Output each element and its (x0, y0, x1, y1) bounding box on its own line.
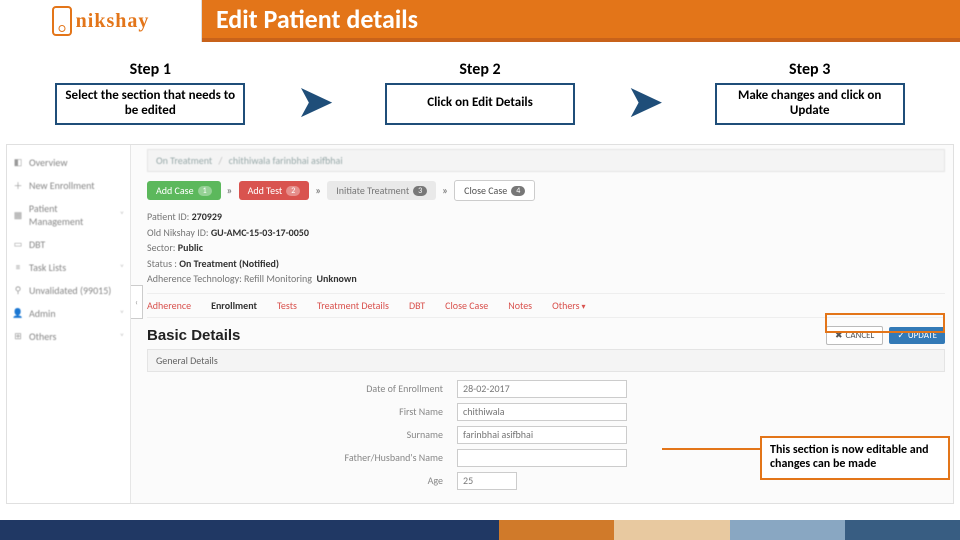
date-of-enrollment-field[interactable]: 28-02-2017 (457, 380, 627, 398)
cancel-button[interactable]: ✖CANCEL (826, 326, 883, 345)
add-test-button[interactable]: Add Test2 (239, 181, 310, 200)
breadcrumb-a[interactable]: On Treatment (156, 154, 212, 167)
form-label: Age (147, 474, 457, 487)
card-icon: ▭ (13, 240, 23, 250)
add-case-button[interactable]: Add Case1 (147, 181, 221, 200)
sidebar-item-label: Unvalidated (99015) (29, 284, 111, 297)
chevron-down-icon: ˅ (120, 309, 124, 319)
tab-notes[interactable]: Notes (508, 299, 532, 312)
chevron-down-icon: ▾ (582, 302, 586, 312)
step1-box: Select the section that needs to be edit… (55, 83, 245, 125)
sidebar-item-admin[interactable]: 👤 Admin ˅ (7, 302, 130, 325)
section-tabs: Adherence Enrollment Tests Treatment Det… (147, 293, 945, 318)
sidebar-item-label: Admin (29, 307, 56, 320)
sidebar-item-overview[interactable]: ◧ Overview (7, 151, 130, 174)
breadcrumb-b: chithiwala farinbhai asifbhai (229, 154, 343, 167)
editable-callout: This section is now editable and changes… (760, 436, 950, 480)
close-case-button[interactable]: Close Case4 (454, 180, 535, 201)
page-title: Edit Patient details (202, 0, 960, 42)
step3-box: Make changes and click on Update (715, 83, 905, 125)
brand-logo: nikshay (0, 0, 202, 42)
step2-box: Click on Edit Details (385, 83, 575, 125)
tab-others[interactable]: Others▾ (552, 299, 585, 312)
sidebar-item-label: Patient Management (29, 202, 114, 228)
chevron-right-icon: » (315, 184, 321, 197)
step2-title: Step 2 (459, 60, 500, 79)
collapse-sidebar-button[interactable]: ‹ (131, 285, 143, 319)
breadcrumb-sep: / (219, 154, 223, 167)
chevron-down-icon: ˅ (120, 210, 124, 220)
sidebar-item-task-lists[interactable]: ≡ Task Lists ˅ (7, 256, 130, 279)
grid-icon: ▦ (13, 210, 23, 220)
tab-enrollment[interactable]: Enrollment (211, 299, 257, 312)
sidebar-item-new-enrollment[interactable]: ＋ New Enrollment (7, 174, 130, 197)
chevron-down-icon: ˅ (120, 332, 124, 342)
tab-dbt[interactable]: DBT (409, 299, 425, 312)
father-husband-name-field[interactable] (457, 449, 627, 467)
tab-adherence[interactable]: Adherence (147, 299, 191, 312)
close-icon: ✖ (835, 330, 843, 341)
step1-title: Step 1 (130, 60, 171, 79)
patient-info: Patient ID: 270929 Old Nikshay ID: GU-AM… (147, 209, 945, 287)
apps-icon: ⊞ (13, 332, 23, 342)
tab-tests[interactable]: Tests (277, 299, 297, 312)
workflow-strip: Add Case1 » Add Test2 » Initiate Treatme… (147, 180, 945, 201)
tab-close-case[interactable]: Close Case (445, 299, 488, 312)
form-row: First Namechithiwala (147, 403, 945, 421)
chevron-right-icon: » (442, 184, 448, 197)
sidebar-item-label: Overview (29, 156, 67, 169)
list-icon: ≡ (13, 263, 23, 273)
panel-title: Basic Details (147, 327, 240, 344)
form-row: Date of Enrollment28-02-2017 (147, 380, 945, 398)
footer-stripe (0, 520, 960, 540)
steps-row: Step 1 Select the section that needs to … (0, 52, 960, 132)
section-header: General Details (147, 349, 945, 372)
sidebar-item-patient-management[interactable]: ▦ Patient Management ˅ (7, 197, 130, 233)
plus-icon: ＋ (13, 181, 23, 191)
sidebar-item-dbt[interactable]: ▭ DBT (7, 233, 130, 256)
sidebar-item-label: DBT (29, 238, 45, 251)
chevron-right-icon: » (227, 184, 233, 197)
surname-field[interactable]: farinbhai asifbhai (457, 426, 627, 444)
form-label: Date of Enrollment (147, 382, 457, 395)
form-label: Father/Husband's Name (147, 451, 457, 464)
overview-icon: ◧ (13, 158, 23, 168)
form-label: First Name (147, 405, 457, 418)
sidebar-item-others[interactable]: ⊞ Others ˅ (7, 325, 130, 348)
sidebar-item-label: Others (29, 330, 56, 343)
initiate-treatment-button[interactable]: Initiate Treatment3 (327, 181, 436, 200)
callout-connector (662, 448, 762, 450)
breadcrumb: On Treatment / chithiwala farinbhai asif… (147, 149, 945, 172)
bell-icon: ⚲ (13, 286, 23, 296)
sidebar-item-unvalidated[interactable]: ⚲ Unvalidated (99015) (7, 279, 130, 302)
age-field[interactable]: 25 (457, 472, 517, 490)
sidebar-item-label: New Enrollment (29, 179, 95, 192)
step3-title: Step 3 (789, 60, 830, 79)
phone-icon (52, 6, 72, 36)
tab-treatment[interactable]: Treatment Details (317, 299, 389, 312)
first-name-field[interactable]: chithiwala (457, 403, 627, 421)
update-button[interactable]: ✓UPDATE (889, 327, 945, 344)
chevron-down-icon: ˅ (120, 263, 124, 273)
sidebar-item-label: Task Lists (29, 261, 66, 274)
sidebar: ◧ Overview ＋ New Enrollment ▦ Patient Manag… (7, 145, 131, 503)
check-icon: ✓ (897, 330, 905, 341)
title-bar: nikshay Edit Patient details (0, 0, 960, 42)
brand-name: nikshay (76, 10, 150, 33)
form-label: Surname (147, 428, 457, 441)
user-icon: 👤 (13, 309, 23, 319)
